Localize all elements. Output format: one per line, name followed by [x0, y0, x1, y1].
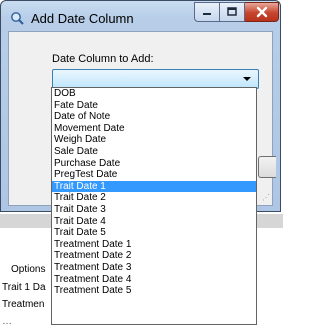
maximize-button[interactable] [220, 2, 245, 22]
screen: Options Trait 1 Da Treatmen … Add Date C… [0, 0, 283, 329]
date-column-label: Date Column to Add: [52, 53, 154, 65]
dropdown-option[interactable]: DOB [52, 88, 256, 100]
dropdown-option[interactable]: Trait Date 4 [52, 216, 256, 228]
date-column-combobox[interactable] [52, 69, 259, 89]
resize-grip-icon[interactable]: ⋰ [262, 193, 270, 202]
dropdown-option[interactable]: Movement Date [52, 123, 256, 135]
dropdown-option[interactable]: Fate Date [52, 100, 256, 112]
minimize-icon [203, 13, 211, 15]
dropdown-option[interactable]: Treatment Date 4 [52, 274, 256, 286]
close-button[interactable] [245, 2, 279, 22]
app-icon [11, 12, 24, 25]
window-title: Add Date Column [31, 11, 134, 26]
dropdown-option[interactable]: Treatment Date 3 [52, 262, 256, 274]
maximize-icon [227, 7, 237, 16]
date-column-dropdown-list[interactable]: DOB Fate Date Date of Note Movement Date Wei… [51, 87, 257, 325]
dropdown-option[interactable]: Sale Date [52, 146, 256, 158]
background-row-trait: Trait 1 Da [2, 282, 46, 293]
dropdown-option[interactable]: Purchase Date [52, 158, 256, 170]
dropdown-option[interactable]: Weigh Date [52, 134, 256, 146]
dropdown-option[interactable]: Trait Date 5 [52, 227, 256, 239]
dropdown-option[interactable]: Date of Note [52, 111, 256, 123]
caption-buttons [194, 2, 279, 22]
chevron-down-icon [243, 77, 251, 81]
ok-button[interactable] [258, 156, 276, 178]
title-bar[interactable]: Add Date Column [1, 1, 280, 35]
dropdown-option[interactable]: Trait Date 2 [52, 192, 256, 204]
background-row-truncated: … [2, 316, 12, 327]
minimize-button[interactable] [194, 2, 220, 22]
dropdown-option[interactable]: Trait Date 1 [52, 180, 256, 193]
close-icon [256, 6, 267, 18]
dropdown-option[interactable]: Trait Date 3 [52, 204, 256, 216]
dropdown-option[interactable]: Treatment Date 1 [52, 239, 256, 251]
background-options-label: Options [11, 264, 46, 275]
dropdown-option[interactable]: Treatment Date 2 [52, 250, 256, 262]
background-row-treatment: Treatmen [2, 299, 45, 310]
dropdown-option[interactable]: PregTest Date [52, 169, 256, 181]
dropdown-option[interactable]: Treatment Date 5 [52, 285, 256, 297]
